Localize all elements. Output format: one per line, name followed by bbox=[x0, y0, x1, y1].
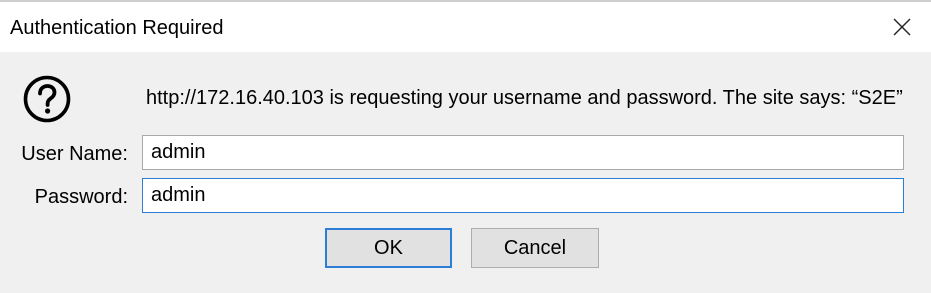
ok-button[interactable]: OK bbox=[325, 228, 452, 268]
username-label: User Name: bbox=[21, 143, 128, 165]
dialog-title: Authentication Required bbox=[10, 17, 224, 39]
question-icon bbox=[23, 75, 71, 123]
close-icon bbox=[893, 18, 911, 36]
password-field[interactable] bbox=[142, 178, 904, 213]
auth-message: http://172.16.40.103 is requesting your … bbox=[146, 87, 903, 109]
dialog-titlebar: Authentication Required bbox=[0, 2, 931, 52]
ok-button-label: OK bbox=[374, 236, 403, 259]
password-label: Password: bbox=[34, 186, 128, 208]
close-button[interactable] bbox=[873, 2, 931, 52]
cancel-button[interactable]: Cancel bbox=[471, 228, 599, 268]
cancel-button-label: Cancel bbox=[503, 236, 567, 259]
username-field[interactable] bbox=[142, 135, 904, 170]
